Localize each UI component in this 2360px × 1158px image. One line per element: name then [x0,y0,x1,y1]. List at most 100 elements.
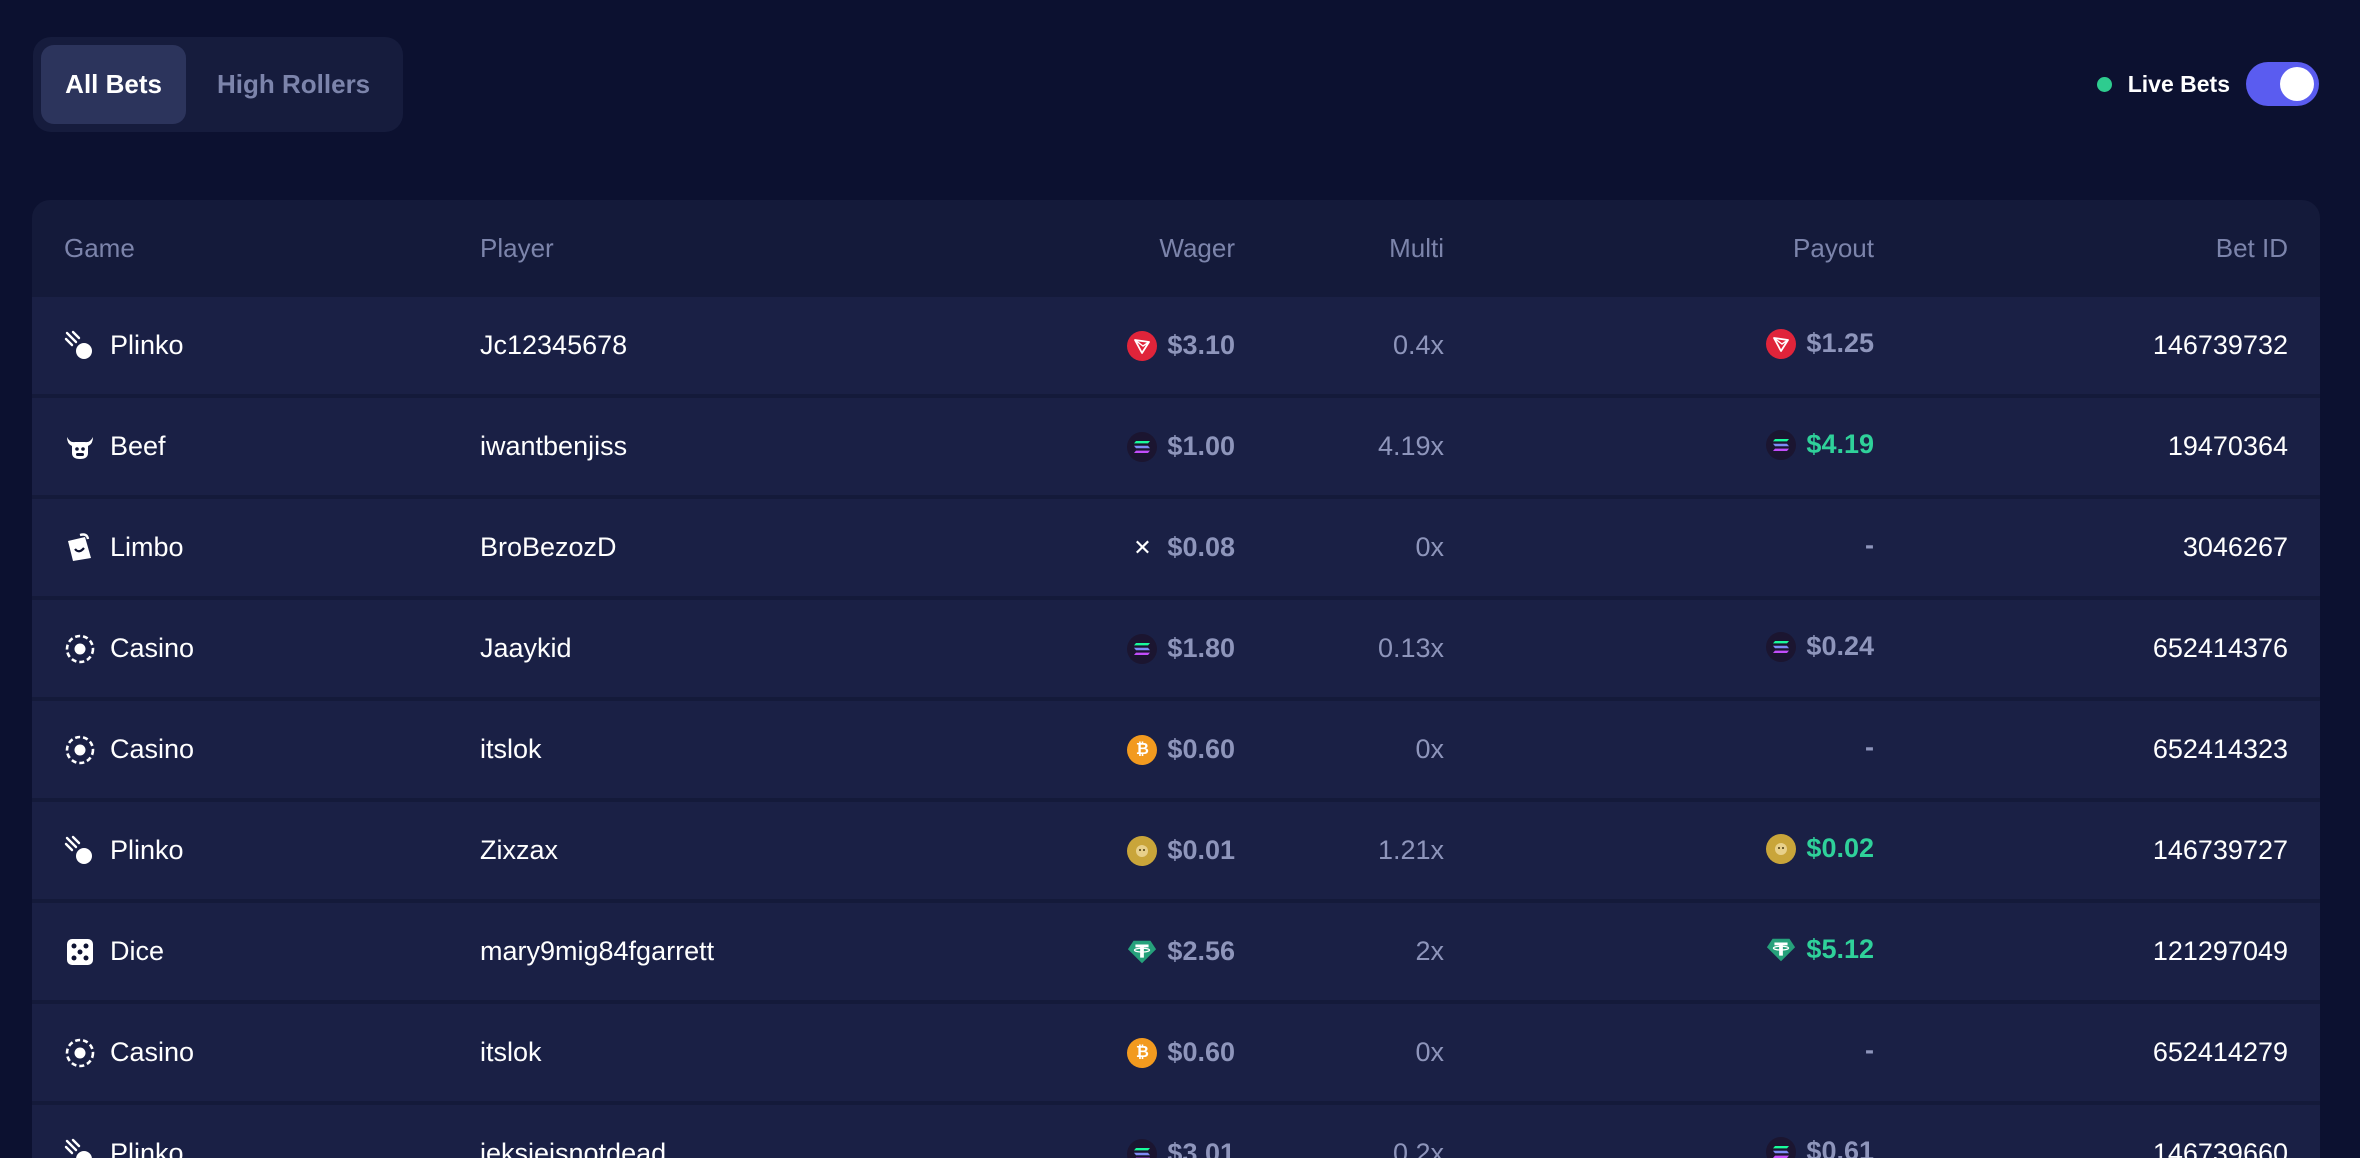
tab-high-rollers[interactable]: High Rollers [192,45,395,124]
bet-id[interactable]: 146739732 [2153,330,2288,361]
live-status-dot [2096,76,2112,92]
casino-chip-icon [64,734,96,766]
payout-amount: - [1865,1035,1874,1065]
wager-amount: $1.80 [1167,633,1235,663]
multiplier: 0x [1415,734,1444,764]
wager-cell: $3.01 [1127,1138,1235,1158]
solana-icon [1766,631,1797,662]
bets-tab-group: All Bets High Rollers [33,37,403,132]
table-row[interactable]: Casino itslok ₿ $0.60 0x - 652414323 [32,701,2320,798]
tether-icon [1766,935,1796,965]
casino-chip-icon [64,1037,96,1069]
multiplier: 0x [1415,1037,1444,1067]
header-wager[interactable]: Wager [1159,233,1235,264]
bet-id[interactable]: 146739727 [2153,835,2288,866]
wager-amount: $0.01 [1167,835,1235,865]
header-multi[interactable]: Multi [1389,233,1444,264]
payout-amount: $0.24 [1806,631,1874,661]
game-cell[interactable]: Casino [64,734,194,766]
table-row[interactable]: Dice mary9mig84fgarrett $2.56 2x $5.12 121297… [32,903,2320,1000]
table-row[interactable]: Plinko Zixzax $0.01 1.21x $0.02 146739727 [32,802,2320,899]
game-cell[interactable]: Plinko [64,330,184,362]
game-name: Casino [110,633,195,663]
dogecoin-icon [1766,833,1797,864]
player-name[interactable]: iwantbenjiss [480,431,627,462]
game-cell[interactable]: Plinko [64,1138,184,1158]
game-name: Plinko [110,835,184,865]
bull-icon [64,431,96,463]
bitcoin-icon: ₿ [1127,1037,1158,1068]
player-name[interactable]: jeksjeisnotdead [480,1138,666,1158]
table-row[interactable]: Plinko Jc12345678 $3.10 0.4x $1.25 146739732 [32,297,2320,394]
payout-cell: $1.25 [1766,328,1874,359]
payout-cell: $0.24 [1766,631,1874,662]
tron-icon [1766,328,1797,359]
wager-cell: ✕ $0.08 [1127,532,1235,563]
bet-id[interactable]: 652414279 [2153,1037,2288,1068]
multiplier: 0.4x [1392,330,1444,360]
bet-id[interactable]: 19470364 [2168,431,2288,462]
table-row[interactable]: Casino itslok ₿ $0.60 0x - 652414279 [32,1004,2320,1101]
live-bets-label: Live Bets [2127,70,2230,97]
game-name: Beef [110,431,166,461]
game-cell[interactable]: Casino [64,633,194,665]
header-game[interactable]: Game [64,233,135,264]
header-bet-id[interactable]: Bet ID [2216,233,2288,264]
game-cell[interactable]: Beef [64,431,166,463]
game-cell[interactable]: Dice [64,936,164,968]
table-row[interactable]: Beef iwantbenjiss $1.00 4.19x $4.19 19470364 [32,398,2320,495]
wager-amount: $0.08 [1167,532,1235,562]
bet-id[interactable]: 146739660 [2153,1138,2288,1158]
game-cell[interactable]: Plinko [64,835,184,867]
payout-cell: - [1865,732,1874,763]
bet-id[interactable]: 3046267 [2183,532,2288,563]
player-name[interactable]: mary9mig84fgarrett [480,936,714,967]
table-body: Plinko Jc12345678 $3.10 0.4x $1.25 146739732 B… [32,297,2320,1158]
game-name: Casino [110,1037,195,1067]
x-coin-icon: ✕ [1133,534,1152,560]
tether-icon [1127,937,1157,967]
solana-icon [1766,1136,1797,1158]
wager-amount: $3.10 [1167,330,1235,360]
plinko-icon [64,1138,96,1158]
tab-all-bets[interactable]: All Bets [41,45,187,124]
payout-cell: - [1865,530,1874,561]
table-row[interactable]: Casino Jaaykid $1.80 0.13x $0.24 652414376 [32,600,2320,697]
multiplier: 2x [1415,936,1444,966]
wager-amount: $3.01 [1167,1138,1235,1158]
header-player[interactable]: Player [480,233,554,264]
live-bets-control: Live Bets [2096,62,2319,106]
bitcoin-icon: ₿ [1127,734,1158,765]
payout-amount: $0.02 [1806,833,1874,863]
wager-cell: $1.00 [1127,431,1235,462]
table-row[interactable]: Limbo BroBezozD ✕ $0.08 0x - 3046267 [32,499,2320,596]
multiplier: 0.13x [1377,633,1444,663]
payout-cell: - [1865,1035,1874,1066]
plinko-icon [64,835,96,867]
bets-table: Game Player Wager Multi Payout Bet ID Pl… [32,200,2320,1158]
bets-page: All Bets High Rollers Live Bets Game Pla… [0,0,2360,1158]
live-bets-toggle[interactable] [2246,62,2319,106]
solana-icon [1127,431,1158,462]
player-name[interactable]: Jaaykid [480,633,572,664]
game-name: Plinko [110,1138,184,1158]
player-name[interactable]: itslok [480,734,542,765]
header-payout[interactable]: Payout [1793,233,1874,264]
multiplier: 1.21x [1377,835,1444,865]
wager-amount: $0.60 [1167,734,1235,764]
player-name[interactable]: Zixzax [480,835,558,866]
bet-id[interactable]: 121297049 [2153,936,2288,967]
bet-id[interactable]: 652414376 [2153,633,2288,664]
payout-amount: $0.61 [1806,1136,1874,1158]
game-name: Plinko [110,330,184,360]
payout-cell: $0.02 [1766,833,1874,864]
bet-id[interactable]: 652414323 [2153,734,2288,765]
game-cell[interactable]: Limbo [64,532,184,564]
payout-amount: $1.25 [1806,328,1874,358]
player-name[interactable]: itslok [480,1037,542,1068]
player-name[interactable]: Jc12345678 [480,330,627,361]
player-name[interactable]: BroBezozD [480,532,617,563]
table-row[interactable]: Plinko jeksjeisnotdead $3.01 0.2x $0.61 14673… [32,1105,2320,1158]
game-cell[interactable]: Casino [64,1037,194,1069]
limbo-icon [64,532,96,564]
